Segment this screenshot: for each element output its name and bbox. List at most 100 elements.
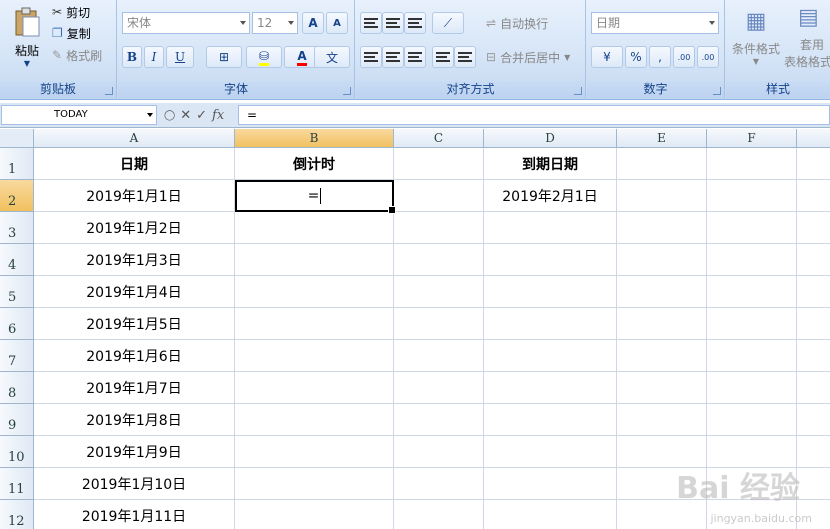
orientation-button[interactable]: ⟋ xyxy=(432,12,464,34)
cell-a8[interactable]: 2019年1月7日 xyxy=(34,372,235,404)
cell-b5[interactable] xyxy=(235,276,394,308)
number-format-dropdown[interactable]: 日期 xyxy=(591,12,719,34)
copy-button[interactable]: ❐ 复制 xyxy=(52,25,91,41)
cell-f4[interactable] xyxy=(707,244,797,276)
cell-overflow[interactable] xyxy=(797,468,830,500)
decrease-decimal-button[interactable]: .00 xyxy=(697,46,719,68)
align-bottom-button[interactable] xyxy=(404,12,426,34)
formula-input[interactable]: = xyxy=(238,105,830,125)
cell-a3[interactable]: 2019年1月2日 xyxy=(34,212,235,244)
cell-e1[interactable] xyxy=(617,148,707,180)
row-header-10[interactable]: 10 xyxy=(0,436,34,468)
align-middle-button[interactable] xyxy=(382,12,404,34)
cell-f5[interactable] xyxy=(707,276,797,308)
alignment-launcher-icon[interactable] xyxy=(574,87,582,95)
row-header-3[interactable]: 3 xyxy=(0,212,34,244)
cell-c3[interactable] xyxy=(394,212,484,244)
cell-e7[interactable] xyxy=(617,340,707,372)
cell-b3[interactable] xyxy=(235,212,394,244)
column-header-e[interactable]: E xyxy=(617,129,707,148)
cell-overflow[interactable] xyxy=(797,148,830,180)
cell-f3[interactable] xyxy=(707,212,797,244)
cell-a12[interactable]: 2019年1月11日 xyxy=(34,500,235,529)
row-header-2[interactable]: 2 xyxy=(0,180,34,212)
cell-b1[interactable]: 倒计时 xyxy=(235,148,394,180)
clipboard-launcher-icon[interactable] xyxy=(105,87,113,95)
cell-f8[interactable] xyxy=(707,372,797,404)
row-header-12[interactable]: 12 xyxy=(0,500,34,529)
cell-c1[interactable] xyxy=(394,148,484,180)
cell-overflow[interactable] xyxy=(797,180,830,212)
number-launcher-icon[interactable] xyxy=(713,87,721,95)
cell-f1[interactable] xyxy=(707,148,797,180)
row-header-1[interactable]: 1 xyxy=(0,148,34,180)
cell-overflow[interactable] xyxy=(797,308,830,340)
cell-d12[interactable] xyxy=(484,500,617,529)
phonetic-button[interactable]: 文 xyxy=(314,46,350,68)
cell-f7[interactable] xyxy=(707,340,797,372)
column-header-d[interactable]: D xyxy=(484,129,617,148)
cell-b10[interactable] xyxy=(235,436,394,468)
format-as-table-button[interactable]: ▤ 套用 表格格式 xyxy=(784,4,830,70)
cell-c4[interactable] xyxy=(394,244,484,276)
cell-e9[interactable] xyxy=(617,404,707,436)
cut-button[interactable]: ✂ 剪切 xyxy=(52,4,90,20)
enter-icon[interactable]: ✓ xyxy=(196,108,207,123)
row-header-6[interactable]: 6 xyxy=(0,308,34,340)
column-header-a[interactable]: A xyxy=(34,129,235,148)
align-center-button[interactable] xyxy=(382,46,404,68)
cell-d3[interactable] xyxy=(484,212,617,244)
insert-function-icon[interactable]: fx xyxy=(212,108,224,123)
align-left-button[interactable] xyxy=(360,46,382,68)
paste-button[interactable]: 粘贴 ▼ xyxy=(6,2,48,72)
cell-d8[interactable] xyxy=(484,372,617,404)
cell-b4[interactable] xyxy=(235,244,394,276)
cell-c10[interactable] xyxy=(394,436,484,468)
align-right-button[interactable] xyxy=(404,46,426,68)
merge-center-button[interactable]: ⊟ 合并后居中 ▼ xyxy=(486,48,570,66)
cell-b2[interactable]: = xyxy=(235,180,396,214)
wrap-text-button[interactable]: ⇌ 自动换行 xyxy=(486,14,548,32)
bold-button[interactable]: B xyxy=(122,46,142,68)
comma-button[interactable]: , xyxy=(649,46,671,68)
cell-c9[interactable] xyxy=(394,404,484,436)
row-header-11[interactable]: 11 xyxy=(0,468,34,500)
font-size-dropdown[interactable]: 12 xyxy=(252,12,298,34)
align-top-button[interactable] xyxy=(360,12,382,34)
cell-d6[interactable] xyxy=(484,308,617,340)
percent-button[interactable]: % xyxy=(625,46,647,68)
cell-c12[interactable] xyxy=(394,500,484,529)
cell-c7[interactable] xyxy=(394,340,484,372)
column-header-c[interactable]: C xyxy=(394,129,484,148)
cell-overflow[interactable] xyxy=(797,212,830,244)
conditional-format-button[interactable]: ▦ 条件格式 ▼ xyxy=(730,4,782,70)
cell-e4[interactable] xyxy=(617,244,707,276)
cell-d1[interactable]: 到期日期 xyxy=(484,148,617,180)
cell-c5[interactable] xyxy=(394,276,484,308)
cell-c11[interactable] xyxy=(394,468,484,500)
cell-d9[interactable] xyxy=(484,404,617,436)
cell-overflow[interactable] xyxy=(797,244,830,276)
cell-d7[interactable] xyxy=(484,340,617,372)
cell-overflow[interactable] xyxy=(797,276,830,308)
font-name-dropdown[interactable]: 宋体 xyxy=(122,12,250,34)
cell-e2[interactable] xyxy=(617,180,707,212)
row-header-9[interactable]: 9 xyxy=(0,404,34,436)
cell-d5[interactable] xyxy=(484,276,617,308)
cell-b6[interactable] xyxy=(235,308,394,340)
column-header-f[interactable]: F xyxy=(707,129,797,148)
cell-f6[interactable] xyxy=(707,308,797,340)
decrease-indent-button[interactable] xyxy=(432,46,454,68)
row-header-4[interactable]: 4 xyxy=(0,244,34,276)
font-launcher-icon[interactable] xyxy=(343,87,351,95)
format-painter-button[interactable]: ✎ 格式刷 xyxy=(52,47,102,63)
row-header-7[interactable]: 7 xyxy=(0,340,34,372)
row-header-8[interactable]: 8 xyxy=(0,372,34,404)
cell-overflow[interactable] xyxy=(797,372,830,404)
column-header-b[interactable]: B xyxy=(235,129,394,148)
italic-button[interactable]: I xyxy=(144,46,164,68)
cell-b8[interactable] xyxy=(235,372,394,404)
cell-f2[interactable] xyxy=(707,180,797,212)
cell-b12[interactable] xyxy=(235,500,394,529)
cell-c6[interactable] xyxy=(394,308,484,340)
